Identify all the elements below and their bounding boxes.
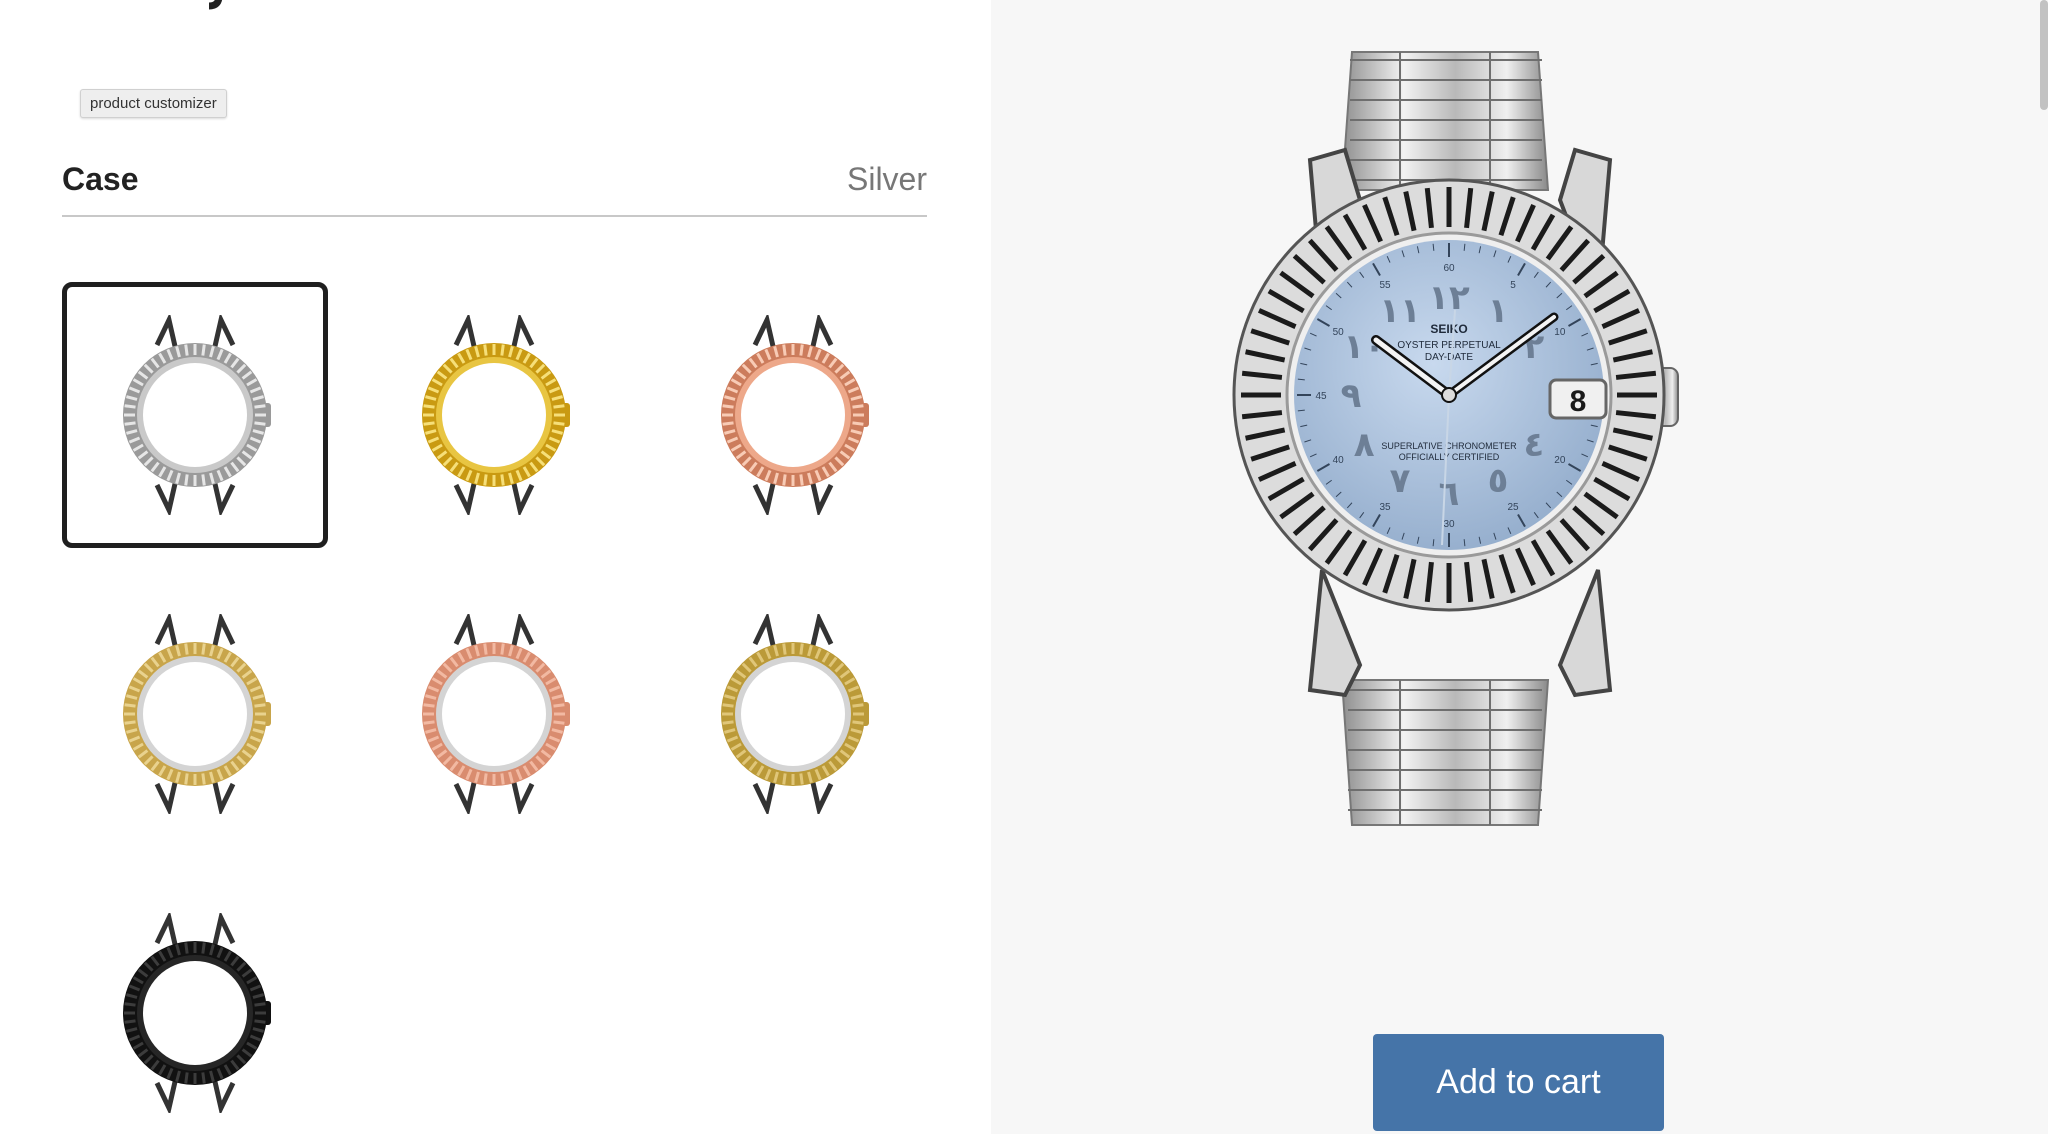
hour-numeral: ١ [1488, 291, 1509, 331]
svg-text:45: 45 [1315, 391, 1327, 402]
svg-text:30: 30 [1443, 519, 1455, 530]
hour-numeral: ٤ [1523, 425, 1544, 465]
svg-text:20: 20 [1554, 455, 1566, 466]
hour-numeral: ٦ [1439, 474, 1460, 514]
watch-preview-image: 60510152025303540455055 ١٢١٢٤٥٦٧٨٩١٠١١ S… [1232, 51, 1679, 826]
svg-text:OFFICIALLY CERTIFIED: OFFICIALLY CERTIFIED [1399, 452, 1500, 462]
watch-case-thumbnail [422, 614, 570, 814]
product-customizer-badge: product customizer [80, 89, 227, 118]
page-title-fragment [208, 0, 223, 10]
watch-case-thumbnail [123, 614, 271, 814]
hour-numeral: ١١ [1379, 291, 1421, 331]
customizer-panel: product customizer Case Silver [0, 0, 991, 1146]
case-option[interactable] [62, 581, 328, 847]
watch-case-thumbnail [721, 315, 869, 515]
scrollbar[interactable] [2040, 0, 2048, 110]
hour-numeral: ٧ [1390, 461, 1411, 501]
watch-case-thumbnail [422, 315, 570, 515]
svg-text:OYSTER PERPETUAL: OYSTER PERPETUAL [1397, 340, 1501, 351]
svg-text:10: 10 [1554, 327, 1566, 338]
svg-text:5: 5 [1510, 280, 1516, 291]
hour-numeral: ١٢ [1428, 278, 1470, 318]
case-option[interactable] [660, 581, 926, 847]
svg-text:8: 8 [1570, 385, 1587, 418]
svg-text:SEIKO: SEIKO [1430, 322, 1467, 336]
case-section-header[interactable]: Case Silver [62, 153, 927, 217]
svg-text:60: 60 [1443, 263, 1455, 274]
hour-numeral: ٩ [1341, 376, 1362, 416]
svg-text:SUPERLATIVE CHRONOMETER: SUPERLATIVE CHRONOMETER [1381, 441, 1517, 451]
watch-case-thumbnail [123, 315, 271, 515]
case-option[interactable] [62, 282, 328, 548]
case-option[interactable] [660, 282, 926, 548]
case-option[interactable] [361, 581, 627, 847]
svg-text:40: 40 [1333, 455, 1345, 466]
case-option[interactable] [361, 282, 627, 548]
watch-case-thumbnail [123, 913, 271, 1113]
svg-text:35: 35 [1379, 502, 1391, 513]
svg-text:DAY-DATE: DAY-DATE [1425, 352, 1473, 363]
hour-numeral: ٥ [1488, 461, 1509, 501]
section-title: Case [62, 161, 139, 197]
hour-numeral: ٨ [1354, 425, 1375, 465]
date-window: 8 [1548, 378, 1608, 420]
add-to-cart-button[interactable]: Add to cart [1373, 1034, 1664, 1131]
case-option[interactable] [62, 880, 328, 1146]
watch-case-thumbnail [721, 614, 869, 814]
svg-text:55: 55 [1379, 280, 1391, 291]
svg-text:25: 25 [1507, 502, 1519, 513]
selected-case-value: Silver [846, 161, 927, 197]
